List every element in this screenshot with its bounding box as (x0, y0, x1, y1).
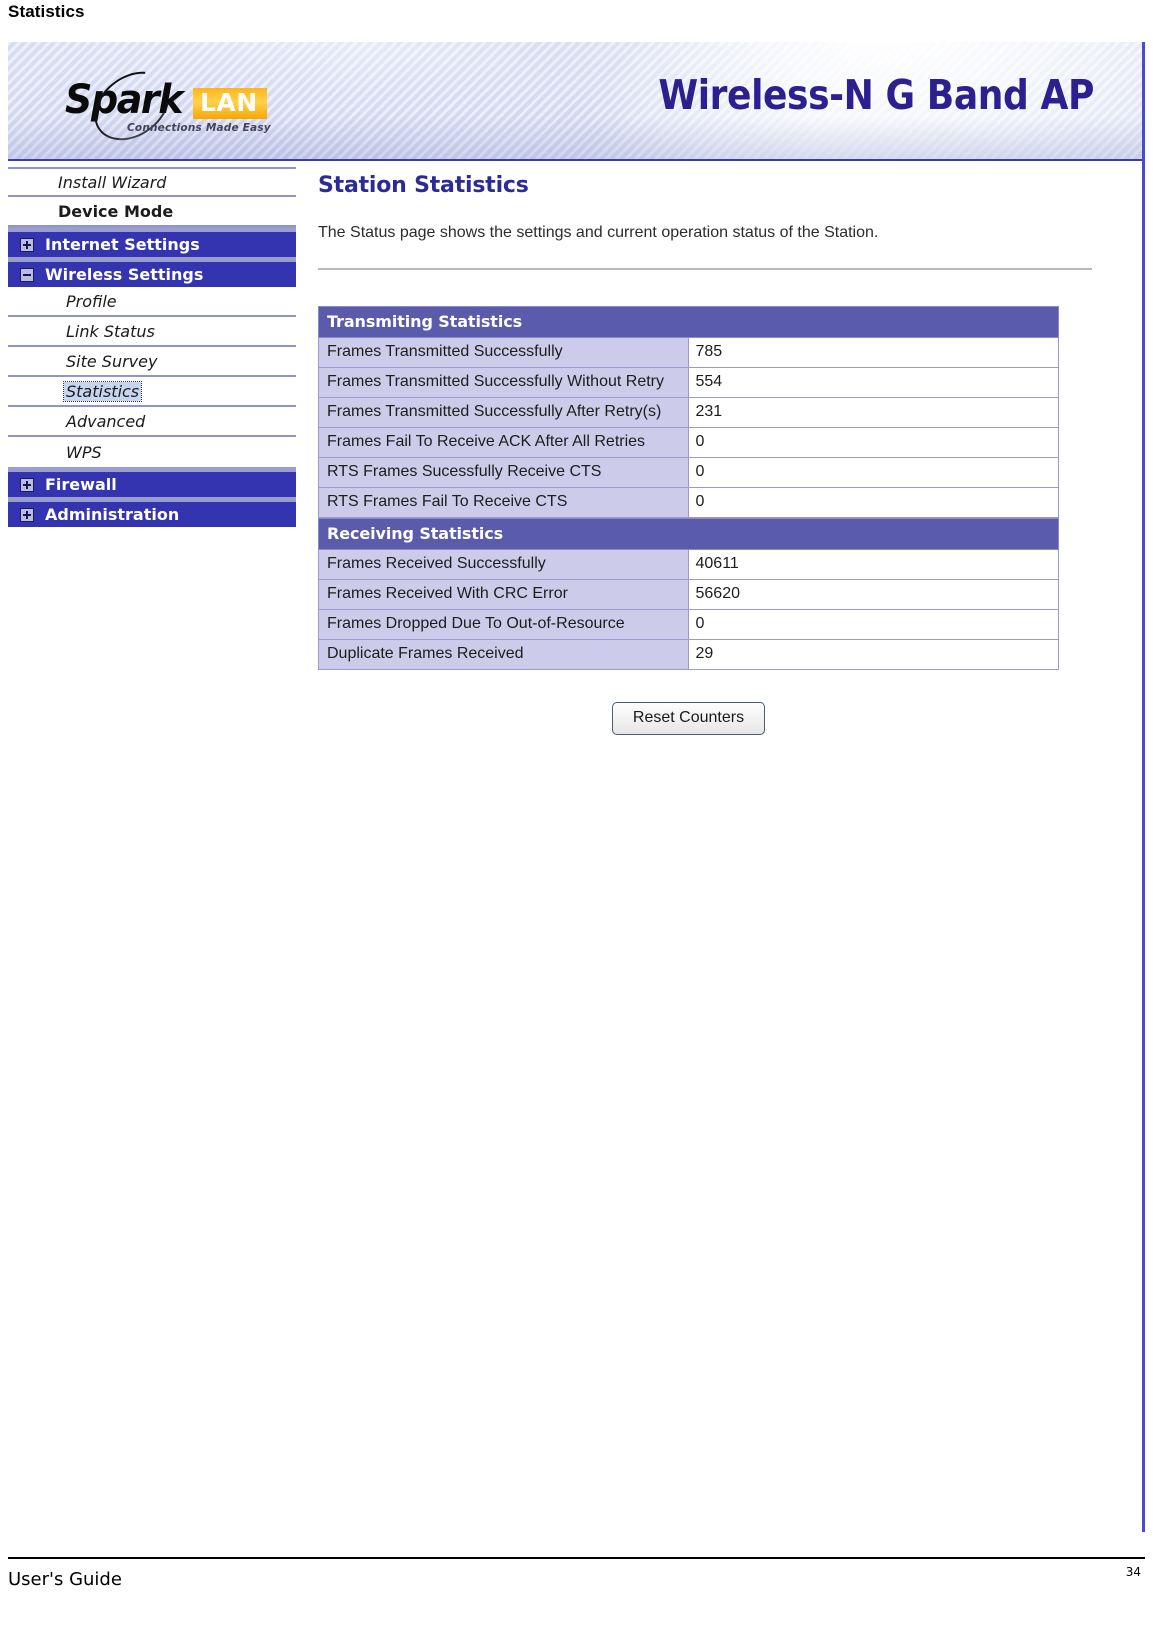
stat-label: Frames Transmitted Successfully After Re… (318, 398, 689, 428)
sidebar-item-link-status[interactable]: Link Status (8, 317, 296, 347)
stat-label: RTS Frames Fail To Receive CTS (318, 488, 689, 518)
page-footer: User's Guide 34 (0, 1557, 1153, 1615)
sidebar-item-wps[interactable]: WPS (8, 437, 296, 467)
stat-value: 0 (688, 488, 1059, 518)
page-body: Install Wizard Device Mode Internet Sett… (8, 161, 1142, 735)
footer-page-number: 34 (1125, 1565, 1141, 1579)
sidebar-item-install-wizard[interactable]: Install Wizard (8, 167, 296, 197)
section-header-label: Transmiting Statistics (318, 306, 1059, 338)
stat-label: Frames Received Successfully (318, 550, 689, 580)
section-header-label: Receiving Statistics (318, 518, 1059, 550)
expand-plus-icon[interactable] (20, 237, 34, 252)
sidebar-item-statistics[interactable]: Statistics (8, 377, 296, 407)
footer-document-name: User's Guide (8, 1569, 122, 1590)
stat-label: Frames Received With CRC Error (318, 580, 689, 610)
expand-plus-icon[interactable] (20, 507, 34, 522)
stat-label: Frames Dropped Due To Out-of-Resource (318, 610, 689, 640)
collapse-minus-icon[interactable] (20, 267, 34, 282)
sidebar-navigation: Install Wizard Device Mode Internet Sett… (8, 161, 296, 527)
stat-label: RTS Frames Sucessfully Receive CTS (318, 458, 689, 488)
table-section-header-receiving: Receiving Statistics (318, 518, 1059, 550)
table-row: Frames Fail To Receive ACK After All Ret… (318, 428, 1059, 458)
sidebar-item-device-mode[interactable]: Device Mode (8, 197, 296, 227)
stat-value: 0 (688, 610, 1059, 640)
sidebar-item-label: Link Status (66, 321, 155, 341)
sidebar-section-wireless-settings[interactable]: Wireless Settings (8, 257, 296, 287)
sidebar-section-internet-settings[interactable]: Internet Settings (8, 227, 296, 257)
sidebar-item-label: Install Wizard (58, 172, 167, 192)
sidebar-section-label: Firewall (45, 475, 117, 494)
stat-value: 785 (688, 338, 1059, 368)
sidebar-item-label: Site Survey (66, 351, 158, 371)
stat-value: 56620 (688, 580, 1059, 610)
stat-value: 0 (688, 458, 1059, 488)
stat-label: Frames Transmitted Successfully Without … (318, 368, 689, 398)
table-row: Frames Dropped Due To Out-of-Resource 0 (318, 610, 1059, 640)
content-divider (318, 268, 1092, 270)
table-row: Frames Transmitted Successfully 785 (318, 338, 1059, 368)
button-row: Reset Counters (318, 702, 1059, 735)
sidebar-item-label: Statistics (62, 380, 143, 402)
logo-swoosh-icon (81, 57, 183, 155)
sidebar-section-firewall[interactable]: Firewall (8, 467, 296, 497)
stat-label: Duplicate Frames Received (318, 640, 689, 670)
sidebar-item-label: Advanced (66, 411, 146, 431)
sparklan-logo: Spark LAN Connections Made Easy (65, 57, 305, 155)
stat-label: Frames Transmitted Successfully (318, 338, 689, 368)
page-description: The Status page shows the settings and c… (318, 224, 879, 241)
sidebar-item-profile[interactable]: Profile (8, 287, 296, 317)
table-row: Duplicate Frames Received 29 (318, 640, 1059, 670)
stat-value: 29 (688, 640, 1059, 670)
page-banner: Spark LAN Connections Made Easy Wireless… (8, 42, 1142, 161)
page-title: Station Statistics (318, 173, 529, 198)
table-row: Frames Transmitted Successfully After Re… (318, 398, 1059, 428)
logo-tagline: Connections Made Easy (127, 122, 271, 134)
document-heading: Statistics (8, 2, 85, 21)
table-row: Frames Received With CRC Error 56620 (318, 580, 1059, 610)
table-section-header-transmitting: Transmiting Statistics (318, 306, 1059, 338)
sidebar-section-label: Wireless Settings (45, 265, 204, 284)
table-row: Frames Received Successfully 40611 (318, 550, 1059, 580)
main-content: Station Statistics The Status page shows… (296, 161, 1142, 735)
statistics-table: Transmiting Statistics Frames Transmitte… (318, 306, 1059, 670)
sidebar-section-label: Administration (45, 505, 180, 524)
sidebar-item-site-survey[interactable]: Site Survey (8, 347, 296, 377)
table-row: RTS Frames Sucessfully Receive CTS 0 (318, 458, 1059, 488)
sidebar-section-label: Internet Settings (45, 235, 200, 254)
table-row: Frames Transmitted Successfully Without … (318, 368, 1059, 398)
stat-label: Frames Fail To Receive ACK After All Ret… (318, 428, 689, 458)
sidebar-item-advanced[interactable]: Advanced (8, 407, 296, 437)
logo-lan-badge: LAN (193, 88, 267, 119)
sidebar-item-label: Device Mode (58, 201, 174, 221)
product-title: Wireless-N G Band AP (658, 71, 1094, 119)
stat-value: 0 (688, 428, 1059, 458)
footer-divider (8, 1557, 1145, 1559)
sidebar-item-label: Profile (66, 291, 117, 311)
reset-counters-button[interactable]: Reset Counters (611, 702, 766, 735)
stat-value: 231 (688, 398, 1059, 428)
sidebar-section-administration[interactable]: Administration (8, 497, 296, 527)
stat-value: 40611 (688, 550, 1059, 580)
expand-plus-icon[interactable] (20, 477, 34, 492)
sidebar-item-label: WPS (66, 442, 102, 462)
device-web-ui-page: Spark LAN Connections Made Easy Wireless… (8, 42, 1145, 1532)
table-row: RTS Frames Fail To Receive CTS 0 (318, 488, 1059, 518)
stat-value: 554 (688, 368, 1059, 398)
